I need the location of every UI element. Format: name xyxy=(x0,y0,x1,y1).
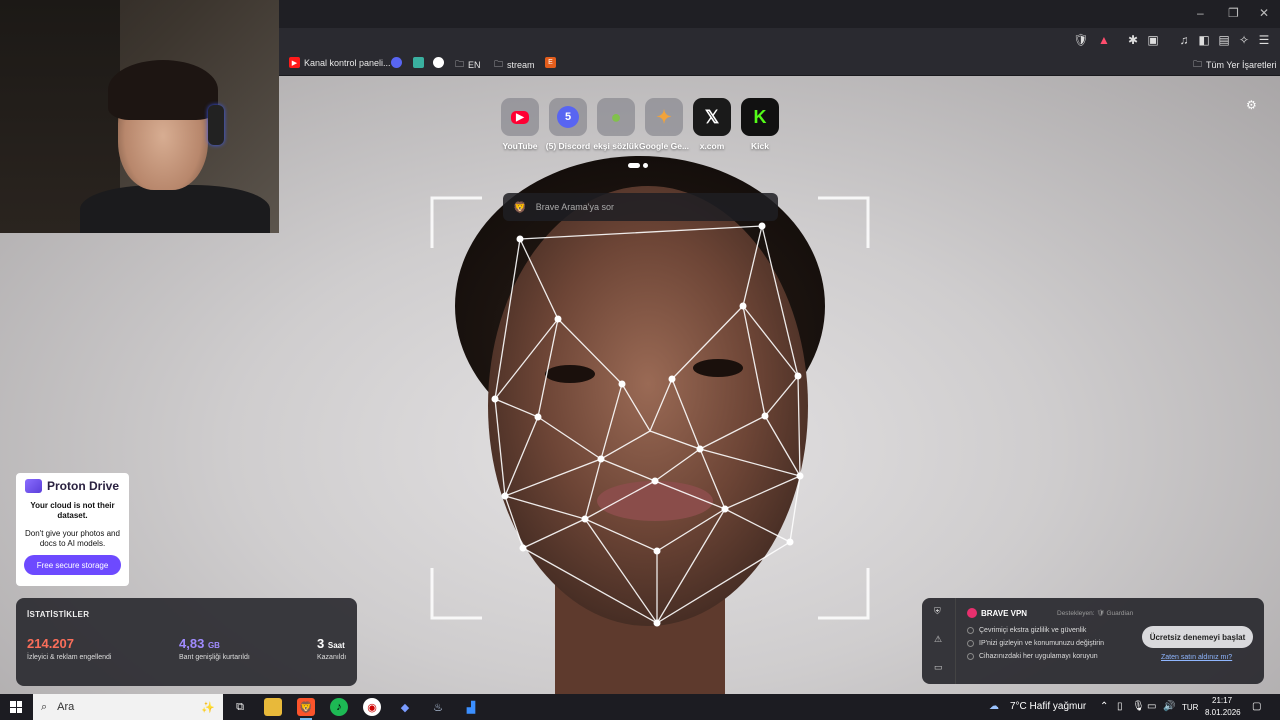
microphone-icon[interactable]: 🎙 xyxy=(1132,701,1145,712)
sidebar-icon[interactable]: ◧ xyxy=(1196,32,1212,48)
vpn-feature: IP'nizi gizleyin ve konumunuzu değiştiri… xyxy=(967,640,1104,647)
customize-gear-icon[interactable]: ⚙ xyxy=(1246,98,1257,112)
brave-rewards-icon[interactable]: ▲ xyxy=(1096,32,1112,48)
bookmark-kanal-kontrol[interactable]: ▶ Kanal kontrol paneli... xyxy=(289,57,391,68)
vpn-logo-icon xyxy=(967,608,977,618)
gemini-icon: ✦ xyxy=(645,98,683,136)
discord-icon xyxy=(391,57,402,68)
search-input[interactable] xyxy=(535,202,756,212)
folder-icon: 🗀 xyxy=(1193,59,1203,69)
app-icon-2[interactable]: ▟ xyxy=(462,698,480,716)
bookmark-folder-en[interactable]: 🗀 EN xyxy=(455,57,481,73)
e-icon: E xyxy=(545,57,556,68)
discord-icon: 5 xyxy=(549,98,587,136)
tray-chevron-icon[interactable]: ⌃ xyxy=(1100,701,1108,712)
close-button[interactable]: ✕ xyxy=(1259,6,1269,20)
wallet-icon[interactable]: ▤ xyxy=(1216,32,1232,48)
bookmark-3[interactable] xyxy=(433,57,444,68)
leo-ai-icon[interactable]: ✧ xyxy=(1236,32,1252,48)
headset xyxy=(208,105,224,145)
brave-vpn-widget: ⛨ ⚠ ▭ BRAVE VPN Destekleyen: 🛡 Guardian … xyxy=(922,598,1264,684)
youtube-studio-icon: ▶ xyxy=(289,57,300,68)
brave-logo-icon: 🦁 xyxy=(513,201,527,214)
proton-headline: Your cloud is not their dataset. xyxy=(30,501,115,520)
kick-icon: K xyxy=(741,98,779,136)
weather-icon[interactable]: ☁ xyxy=(989,701,999,712)
extensions-icon[interactable]: ✱ xyxy=(1125,32,1141,48)
webcam-overlay xyxy=(0,0,279,233)
tab-search-icon[interactable]: ▣ xyxy=(1145,32,1161,48)
notifications-icon[interactable]: ▢ xyxy=(1252,701,1261,712)
network-icon[interactable]: ▭ xyxy=(1147,701,1156,712)
news-icon[interactable]: ⚠ xyxy=(934,634,942,645)
brave-shields-icon[interactable]: 🛡 xyxy=(1073,32,1089,48)
search-icon: ⌕ xyxy=(41,700,48,713)
bookmark-2[interactable] xyxy=(413,57,424,68)
windows-start-icon[interactable] xyxy=(10,701,22,713)
steam-icon[interactable]: ♨ xyxy=(429,698,447,716)
folder-icon: 🗀 xyxy=(455,59,465,69)
vpn-supported-by: Destekleyen: 🛡 Guardian xyxy=(1057,610,1134,617)
stat-time: 3 Saat Kazanıldı xyxy=(317,636,347,661)
weather-text[interactable]: 7°C Hafif yağmur xyxy=(1010,701,1086,712)
clock-date[interactable]: 8.01.2026 xyxy=(1205,708,1241,717)
circle-icon xyxy=(433,57,444,68)
page-dot-active[interactable] xyxy=(628,163,640,168)
restore-button[interactable]: ❐ xyxy=(1228,6,1239,20)
clock-time[interactable]: 21:17 xyxy=(1212,696,1232,705)
obs-icon[interactable]: ◉ xyxy=(363,698,381,716)
site-icon xyxy=(413,57,424,68)
minimize-button[interactable]: – xyxy=(1197,6,1204,20)
toolbar: 🛡 ▲ ✱ ▣ ♫ ◧ ▤ ✧ ☰ xyxy=(279,28,1280,52)
stat-trackers: 214.207 İzleyici & reklam engellendi xyxy=(27,636,112,661)
widget-sidebar: ⛨ ⚠ ▭ xyxy=(922,598,956,684)
vpn-title: BRAVE VPN xyxy=(967,608,1027,618)
volume-icon[interactable]: 🔊 xyxy=(1163,701,1175,712)
copilot-sparkle-icon: ✨ xyxy=(201,701,215,714)
app-icon[interactable]: ◆ xyxy=(396,698,414,716)
speed-dial-pagination[interactable] xyxy=(628,163,648,168)
vpn-feature: Cihazınızdaki her uygulamayı koruyun xyxy=(967,653,1098,660)
right-eye xyxy=(693,359,743,377)
bookmarks-bar: ▶ Kanal kontrol paneli... 🗀 EN 🗀 stream … xyxy=(279,52,1280,76)
folder-icon: 🗀 xyxy=(494,59,504,69)
bookmark-discord[interactable] xyxy=(391,57,402,68)
menu-icon[interactable]: ☰ xyxy=(1256,32,1272,48)
spotify-icon[interactable]: ♪ xyxy=(330,698,348,716)
proton-header: Proton Drive xyxy=(16,473,129,493)
free-storage-button[interactable]: Free secure storage xyxy=(24,555,121,575)
taskbar-search[interactable]: ⌕ Ara ✨ xyxy=(33,694,223,720)
media-icon[interactable]: ♫ xyxy=(1176,32,1192,48)
left-eye xyxy=(545,365,595,383)
proton-body: Don't give your photos and docs to AI mo… xyxy=(25,529,120,548)
vpn-feature: Çevrimiçi ekstra gizlilik ve güvenlik xyxy=(967,627,1086,634)
task-view-icon[interactable]: ⧉ xyxy=(231,698,249,716)
language-indicator[interactable]: TUR xyxy=(1182,703,1198,712)
all-bookmarks[interactable]: 🗀 Tüm Yer İşaretleri xyxy=(1193,57,1277,73)
page-dot[interactable] xyxy=(643,163,648,168)
talk-icon[interactable]: ▭ xyxy=(934,662,943,673)
stats-heading: İSTATİSTİKLER xyxy=(27,610,90,619)
stats-widget: İSTATİSTİKLER 214.207 İzleyici & reklam … xyxy=(16,598,357,686)
bookmark-folder-stream[interactable]: 🗀 stream xyxy=(494,57,535,73)
bookmark-e[interactable]: E xyxy=(545,57,556,68)
proton-drive-logo-icon xyxy=(25,479,42,493)
tray-app-icon[interactable]: ▯ xyxy=(1117,701,1123,712)
speed-dial-kick[interactable]: K Kick xyxy=(731,98,789,151)
proton-drive-card[interactable]: Proton Drive Your cloud is not their dat… xyxy=(16,473,129,586)
stat-bandwidth: 4,83 GB Bant genişliği kurtarıldı xyxy=(179,636,250,661)
youtube-icon: ▶ xyxy=(501,98,539,136)
file-explorer-icon[interactable] xyxy=(264,698,282,716)
vpn-shield-icon[interactable]: ⛨ xyxy=(934,606,941,617)
lips xyxy=(597,481,713,521)
taskbar: ⌕ Ara ✨ ⧉ 🦁 ♪ ◉ ◆ ♨ ▟ ☁ 7°C Hafif yağmur… xyxy=(0,694,1280,720)
already-purchased-link[interactable]: Zaten satın aldınız mı? xyxy=(1161,654,1232,661)
eksi-sozluk-icon: ● xyxy=(597,98,635,136)
start-trial-button[interactable]: Ücretsiz denemeyi başlat xyxy=(1142,626,1253,648)
x-icon: 𝕏 xyxy=(693,98,731,136)
search-box[interactable]: 🦁 xyxy=(503,193,778,221)
brave-taskbar-icon[interactable]: 🦁 xyxy=(297,698,315,720)
title-bar: – ❐ ✕ xyxy=(279,0,1280,28)
